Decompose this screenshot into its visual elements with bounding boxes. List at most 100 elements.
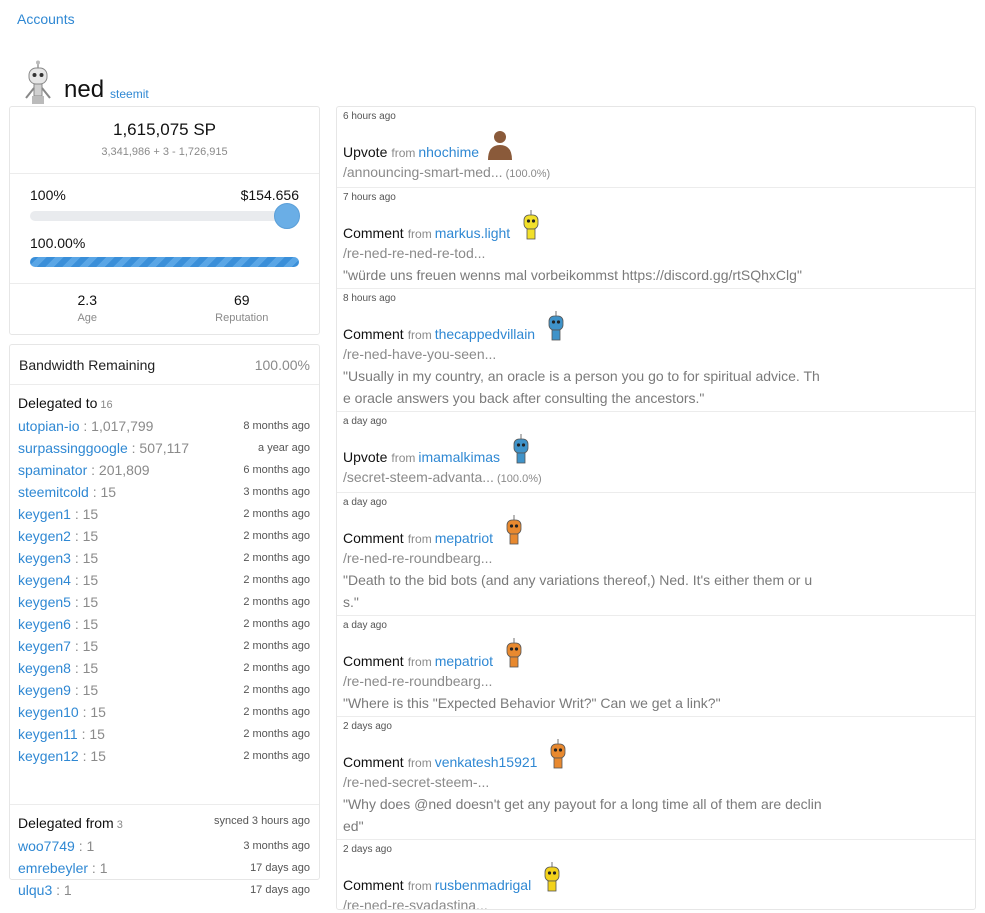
activity-permlink[interactable]: /secret-steem-advanta... (343, 469, 494, 485)
activity-permlink[interactable]: /re-ned-re-roundbearg... (343, 550, 492, 566)
activity-time: 2 days ago (343, 721, 392, 732)
robot-avatar-icon (25, 60, 51, 104)
delegated-from-count: 3 (116, 819, 123, 831)
delegated-from-title: Delegated from (18, 815, 114, 831)
activity-user-link[interactable]: rusbenmadrigal (435, 877, 532, 893)
activity-from-label: from (407, 756, 432, 770)
synced-status: synced 3 hours ago (213, 815, 310, 827)
bandwidth-row: Bandwidth Remaining 100.00% (10, 345, 319, 385)
delegation-amount: : 15 (70, 682, 99, 698)
activity-user-link[interactable]: imamalkimas (418, 449, 500, 465)
delegation-time: 2 months ago (243, 750, 310, 762)
activity-time: 2 days ago (343, 844, 392, 855)
delegation-user-link[interactable]: keygen2 (18, 528, 71, 544)
activity-permlink[interactable]: /re-ned-re-syadastina... (343, 897, 488, 909)
profile-app-link[interactable]: steemit (110, 87, 149, 101)
delegation-row: ulqu3 : 1 17 days ago (18, 879, 310, 901)
activity-permlink[interactable]: /announcing-smart-med... (343, 164, 503, 180)
robot-avatar-icon[interactable] (541, 310, 571, 342)
delegation-user-link[interactable]: surpassinggoogle (18, 440, 128, 456)
delegation-user-link[interactable]: keygen11 (18, 726, 78, 742)
delegation-user-link[interactable]: ulqu3 (18, 882, 52, 898)
delegation-user-link[interactable]: keygen8 (18, 660, 71, 676)
activity-feed: 6 hours ago Upvote from nhochime/announcing… (336, 106, 976, 910)
robot-avatar-icon[interactable] (543, 738, 573, 770)
steem-power-summary: 1,615,075 SP 3,341,986 + 3 - 1,726,915 (10, 107, 319, 174)
delegation-user-link[interactable]: keygen3 (18, 550, 71, 566)
activity-comment-body: "würde uns freuen wenns mal vorbeikommst… (343, 267, 802, 283)
delegation-amount: : 507,117 (127, 440, 189, 456)
vote-value: $154.656 (240, 187, 299, 203)
vote-weight-slider[interactable] (30, 203, 300, 229)
activity-user-link[interactable]: mepatriot (435, 653, 493, 669)
delegation-user-link[interactable]: keygen5 (18, 594, 71, 610)
age-label: Age (77, 312, 98, 324)
delegated-from-section: Delegated from 3 synced 3 hours ago woo77… (10, 805, 319, 901)
delegation-row: keygen11 : 15 2 months ago (18, 723, 310, 745)
activity-user-link[interactable]: markus.light (435, 225, 510, 241)
delegation-amount: : 15 (70, 660, 99, 676)
activity-type: Comment (343, 754, 404, 770)
delegation-user-link[interactable]: utopian-io (18, 418, 80, 434)
activity-type: Comment (343, 877, 404, 893)
slider-handle[interactable] (274, 203, 300, 229)
delegation-user-link[interactable]: keygen4 (18, 572, 71, 588)
robot-avatar-icon[interactable] (499, 637, 529, 669)
delegation-user-link[interactable]: keygen12 (18, 748, 79, 764)
activity-from-label: from (407, 532, 432, 546)
robot-avatar-icon[interactable] (516, 209, 546, 241)
activity-user-link[interactable]: thecappedvillain (435, 326, 535, 342)
delegation-user-link[interactable]: keygen7 (18, 638, 71, 654)
delegation-row: keygen9 : 15 2 months ago (18, 679, 310, 701)
delegation-row: keygen10 : 15 2 months ago (18, 701, 310, 723)
robot-avatar-icon[interactable] (506, 433, 536, 465)
delegation-time: 17 days ago (250, 862, 310, 874)
delegation-user-link[interactable]: woo7749 (18, 838, 75, 854)
activity-user-link[interactable]: nhochime (418, 144, 479, 160)
robot-avatar-icon[interactable] (537, 861, 567, 893)
delegation-user-link[interactable]: steemitcold (18, 484, 89, 500)
delegation-user-link[interactable]: keygen1 (18, 506, 71, 522)
delegation-amount: : 15 (78, 748, 106, 764)
delegation-row: surpassinggoogle : 507,117 a year ago (18, 437, 310, 459)
delegation-row: keygen8 : 15 2 months ago (18, 657, 310, 679)
person-avatar-icon[interactable] (485, 128, 515, 160)
delegation-row: spaminator : 201,809 6 months ago (18, 459, 310, 481)
delegated-to-section: Delegated to 16 utopian-io : 1,017,799 8 m… (10, 385, 319, 805)
delegation-time: 2 months ago (243, 574, 310, 586)
activity-user-link[interactable]: mepatriot (435, 530, 493, 546)
delegation-amount: : 1 (74, 838, 95, 854)
delegation-time: 2 months ago (243, 530, 310, 542)
activity-permlink[interactable]: /re-ned-re-ned-re-tod... (343, 245, 485, 261)
voting-power-block: 100% $154.656 100.00% (10, 174, 319, 284)
activity-permlink[interactable]: /re-ned-secret-steem-... (343, 774, 489, 790)
delegation-row: steemitcold : 15 3 months ago (18, 481, 310, 503)
delegation-user-link[interactable]: keygen9 (18, 682, 71, 698)
activity-from-label: from (407, 655, 432, 669)
activity-item: a day ago Comment from mepatriot/re-ned-re-… (337, 616, 975, 717)
activity-user-link[interactable]: venkatesh15921 (435, 754, 538, 770)
activity-type: Comment (343, 225, 404, 241)
activity-permlink[interactable]: /re-ned-have-you-seen... (343, 346, 496, 362)
delegation-user-link[interactable]: spaminator (18, 462, 87, 478)
voting-power-value: 100.00% (30, 235, 86, 251)
activity-time: a day ago (343, 416, 387, 427)
delegation-row: keygen7 : 15 2 months ago (18, 635, 310, 657)
reputation-label: Reputation (215, 312, 269, 324)
accounts-link[interactable]: Accounts (17, 11, 75, 27)
activity-from-label: from (407, 879, 432, 893)
activity-time: a day ago (343, 497, 387, 508)
activity-item: 8 hours ago Comment from thecappedvillain/r… (337, 289, 975, 412)
robot-avatar-icon[interactable] (499, 514, 529, 546)
activity-permlink[interactable]: /re-ned-re-roundbearg... (343, 673, 492, 689)
delegation-row: keygen12 : 15 2 months ago (18, 745, 310, 767)
delegation-user-link[interactable]: emrebeyler (18, 860, 88, 876)
activity-comment-body: "Where is this "Expected Behavior Writ?"… (343, 695, 721, 711)
delegation-row: woo7749 : 1 3 months ago (18, 835, 310, 857)
delegation-user-link[interactable]: keygen6 (18, 616, 71, 632)
delegation-amount: : 1 (52, 882, 72, 898)
delegation-time: 2 months ago (243, 640, 310, 652)
delegation-time: 2 months ago (243, 706, 310, 718)
activity-comment-body: "Usually in my country, an oracle is a p… (343, 368, 820, 406)
delegation-user-link[interactable]: keygen10 (18, 704, 79, 720)
